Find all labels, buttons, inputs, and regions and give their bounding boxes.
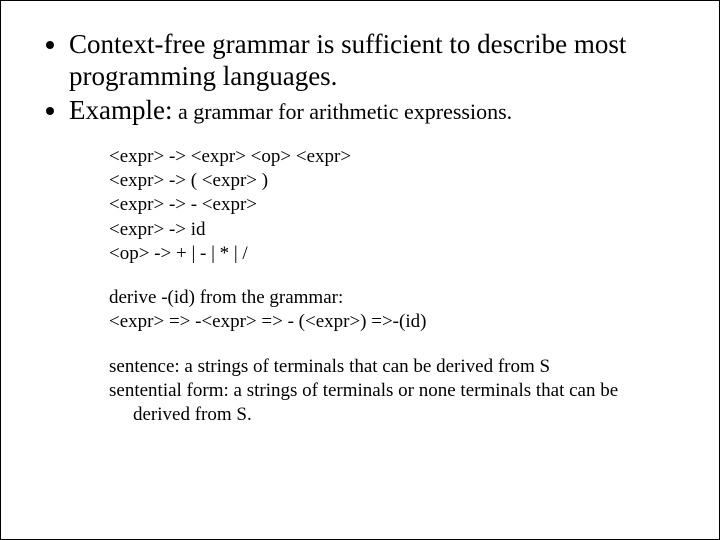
grammar-rule-1: <expr> -> <expr> <op> <expr> — [109, 145, 679, 169]
def-sentence: sentence: a strings of terminals that ca… — [109, 355, 679, 379]
bullet-item-2: Example: a grammar for arithmetic expres… — [69, 95, 679, 127]
slide: Context-free grammar is sufficient to de… — [0, 0, 720, 540]
derive-line-2: <expr> => -<expr> => - (<expr>) =>-(id) — [109, 310, 679, 334]
content-block: <expr> -> <expr> <op> <expr> <expr> -> (… — [41, 145, 679, 428]
grammar-rule-3: <expr> -> - <expr> — [109, 193, 679, 217]
grammar-rule-2: <expr> -> ( <expr> ) — [109, 169, 679, 193]
bullet-text-2-rest: a grammar for arithmetic expressions. — [172, 99, 512, 124]
bullet-list: Context-free grammar is sufficient to de… — [41, 29, 679, 127]
derivation: derive -(id) from the grammar: <expr> =>… — [109, 286, 679, 335]
def-sentential: sentential form: a strings of terminals … — [109, 379, 679, 428]
definitions: sentence: a strings of terminals that ca… — [109, 355, 679, 428]
grammar-rule-5: <op> -> + | - | * | / — [109, 242, 679, 266]
bullet-text-2-prefix: Example: — [69, 95, 172, 125]
grammar-rule-4: <expr> -> id — [109, 218, 679, 242]
bullet-text-1: Context-free grammar is sufficient to de… — [69, 29, 626, 91]
grammar-rules: <expr> -> <expr> <op> <expr> <expr> -> (… — [109, 145, 679, 267]
derive-line-1: derive -(id) from the grammar: — [109, 286, 679, 310]
bullet-item-1: Context-free grammar is sufficient to de… — [69, 29, 679, 93]
